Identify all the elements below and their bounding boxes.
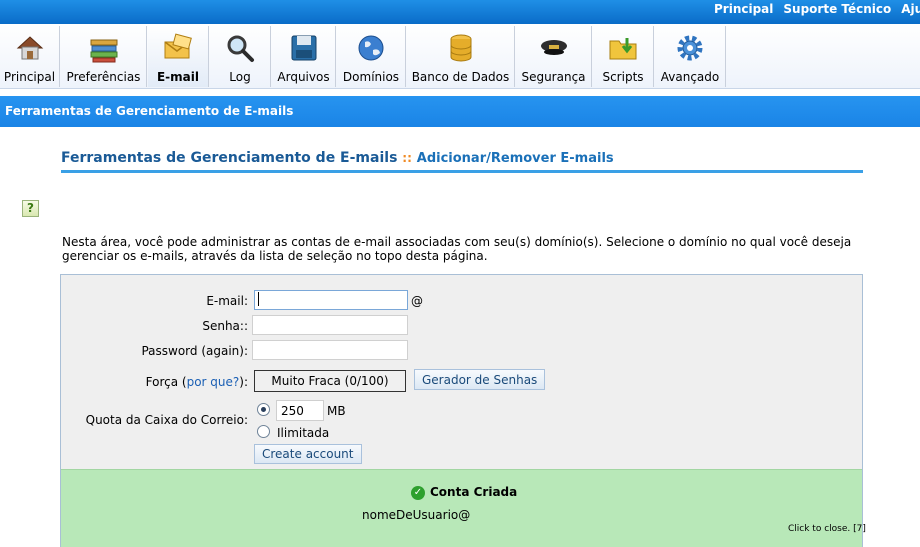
- toolbar-item-principal[interactable]: Principal: [0, 26, 60, 87]
- main-toolbar: Principal Preferências E-mail Log Arquiv…: [0, 24, 920, 89]
- toolbar-label: Banco de Dados: [411, 70, 510, 84]
- text-caret: [258, 292, 259, 306]
- disk-icon: [291, 35, 316, 61]
- created-username: nomeDeUsuario@: [362, 508, 471, 522]
- password-again-label: Password (again):: [141, 344, 248, 358]
- toolbar-label: Domínios: [342, 70, 400, 84]
- gear-icon: [677, 35, 703, 61]
- toolbar-label: Segurança: [521, 70, 586, 84]
- toolbar-label: Scripts: [602, 70, 644, 84]
- top-link-ajuda[interactable]: Ajuda: [901, 2, 920, 16]
- toolbar-item-dominios[interactable]: Domínios: [337, 26, 406, 87]
- folder-icon: [609, 38, 637, 60]
- toolbar-label: Preferências: [66, 70, 141, 84]
- books-icon: [90, 39, 117, 63]
- toolbar-item-banco-de-dados[interactable]: Banco de Dados: [407, 26, 515, 87]
- toolbar-label: Principal: [3, 70, 56, 84]
- toolbar-item-avancado[interactable]: Avançado: [655, 26, 726, 87]
- success-title: Conta Criada: [430, 485, 518, 499]
- toolbar-item-preferencias[interactable]: Preferências: [61, 26, 147, 87]
- page-title-main: Ferramentas de Gerenciamento de E-mails: [61, 150, 398, 166]
- password-again-input[interactable]: [252, 340, 408, 360]
- why-link[interactable]: por que?: [187, 375, 240, 389]
- title-separator: ::: [402, 151, 412, 165]
- top-link-principal[interactable]: Principal: [714, 2, 773, 16]
- quota-unit: MB: [327, 404, 346, 418]
- quota-unlimited-radio[interactable]: [257, 425, 270, 438]
- email-input[interactable]: [254, 290, 408, 310]
- section-title: Ferramentas de Gerenciamento de E-mails: [5, 104, 294, 118]
- unlimited-label: Ilimitada: [277, 426, 330, 440]
- toolbar-item-scripts[interactable]: Scripts: [593, 26, 654, 87]
- envelope-icon: [164, 33, 192, 59]
- quota-label: Quota da Caixa do Correio:: [85, 413, 248, 427]
- toolbar-label: Avançado: [660, 70, 720, 84]
- top-links: Principal Suporte Técnico Ajuda: [714, 0, 920, 24]
- house-icon: [16, 36, 43, 60]
- toolbar-item-seguranca[interactable]: Segurança: [516, 26, 592, 87]
- top-bar: Principal Suporte Técnico Ajuda: [0, 0, 920, 24]
- page-title: Ferramentas de Gerenciamento de E-mails …: [61, 150, 863, 173]
- intro-text: Nesta área, você pode administrar as con…: [62, 235, 852, 263]
- top-link-suporte[interactable]: Suporte Técnico: [783, 2, 891, 16]
- password-label: Senha::: [202, 319, 248, 333]
- quota-input[interactable]: 250: [276, 400, 324, 421]
- password-input[interactable]: [252, 315, 408, 335]
- section-header: Ferramentas de Gerenciamento de E-mails: [0, 96, 920, 127]
- create-account-button[interactable]: Create account: [254, 444, 362, 464]
- at-sign: @: [411, 294, 423, 308]
- password-strength-meter: Muito Fraca (0/100): [254, 370, 406, 392]
- toolbar-label: Log: [229, 70, 251, 84]
- toolbar-item-arquivos[interactable]: Arquivos: [272, 26, 336, 87]
- page-title-sub: Adicionar/Remover E-mails: [416, 151, 614, 166]
- database-icon: [450, 34, 471, 62]
- email-label: E-mail:: [206, 294, 248, 308]
- strength-label-end: ):: [239, 375, 248, 389]
- strength-label-text: Força (: [145, 375, 187, 389]
- help-icon[interactable]: ?: [22, 200, 39, 217]
- check-icon: ✓: [411, 486, 425, 500]
- close-note[interactable]: Click to close. [7]: [788, 524, 866, 534]
- toolbar-item-email[interactable]: E-mail: [148, 26, 209, 87]
- globe-icon: [358, 35, 384, 61]
- quota-limited-radio[interactable]: [257, 403, 270, 416]
- password-generator-button[interactable]: Gerador de Senhas: [414, 369, 546, 390]
- strength-label: Força (por que?):: [120, 375, 248, 389]
- cap-icon: [540, 40, 567, 55]
- toolbar-label: Arquivos: [277, 70, 330, 84]
- magnifier-icon: [227, 35, 254, 62]
- toolbar-item-log[interactable]: Log: [210, 26, 271, 87]
- toolbar-label: E-mail: [156, 70, 199, 84]
